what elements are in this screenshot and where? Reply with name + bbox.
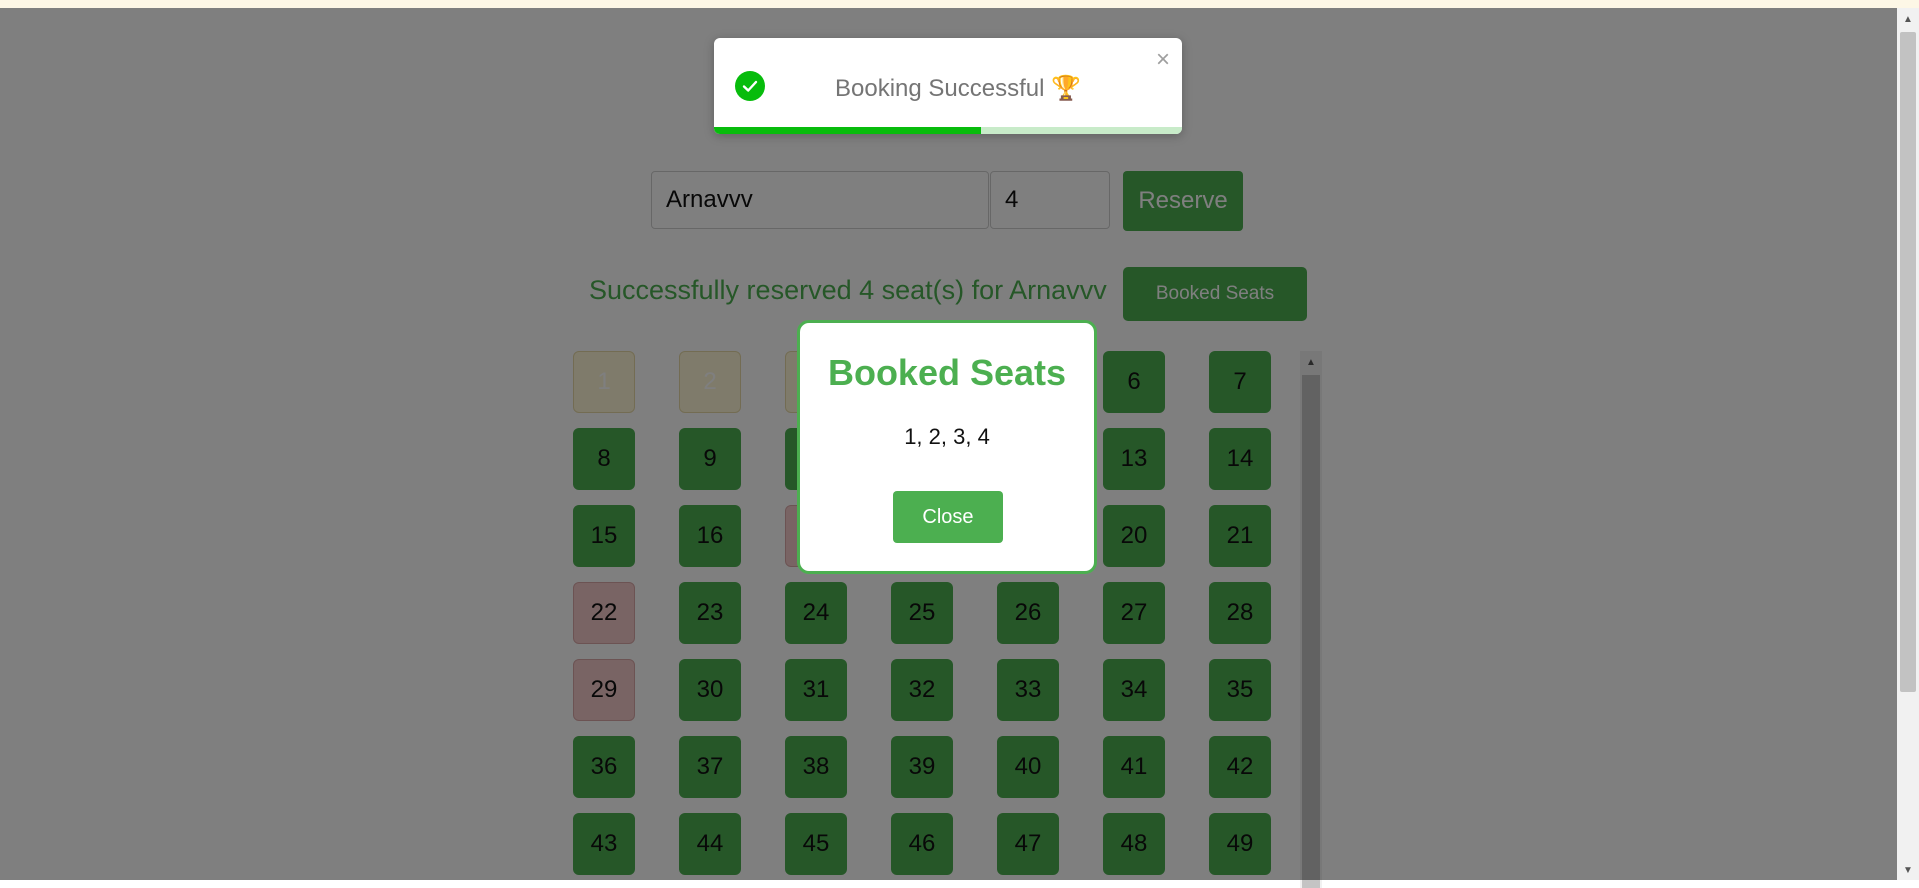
- check-circle-icon: [735, 71, 765, 101]
- window-scrollbar[interactable]: ▲ ▼: [1897, 8, 1919, 880]
- window-scroll-up-icon[interactable]: ▲: [1897, 14, 1919, 25]
- toast-message: Booking Successful 🏆: [835, 75, 1081, 102]
- toast-progress-track: [714, 127, 1182, 134]
- booked-seats-modal: Booked Seats 1, 2, 3, 4 Close: [797, 320, 1097, 574]
- window-scroll-thumb[interactable]: [1900, 32, 1916, 692]
- success-toast[interactable]: Booking Successful 🏆 ×: [714, 38, 1182, 134]
- booked-seat-list: 1, 2, 3, 4: [904, 424, 990, 449]
- toast-close-icon[interactable]: ×: [1156, 46, 1170, 74]
- modal-close-button[interactable]: Close: [893, 491, 1003, 543]
- modal-title: Booked Seats: [827, 352, 1067, 393]
- toast-progress-bar: [714, 127, 981, 134]
- window-scroll-down-icon[interactable]: ▼: [1897, 865, 1919, 876]
